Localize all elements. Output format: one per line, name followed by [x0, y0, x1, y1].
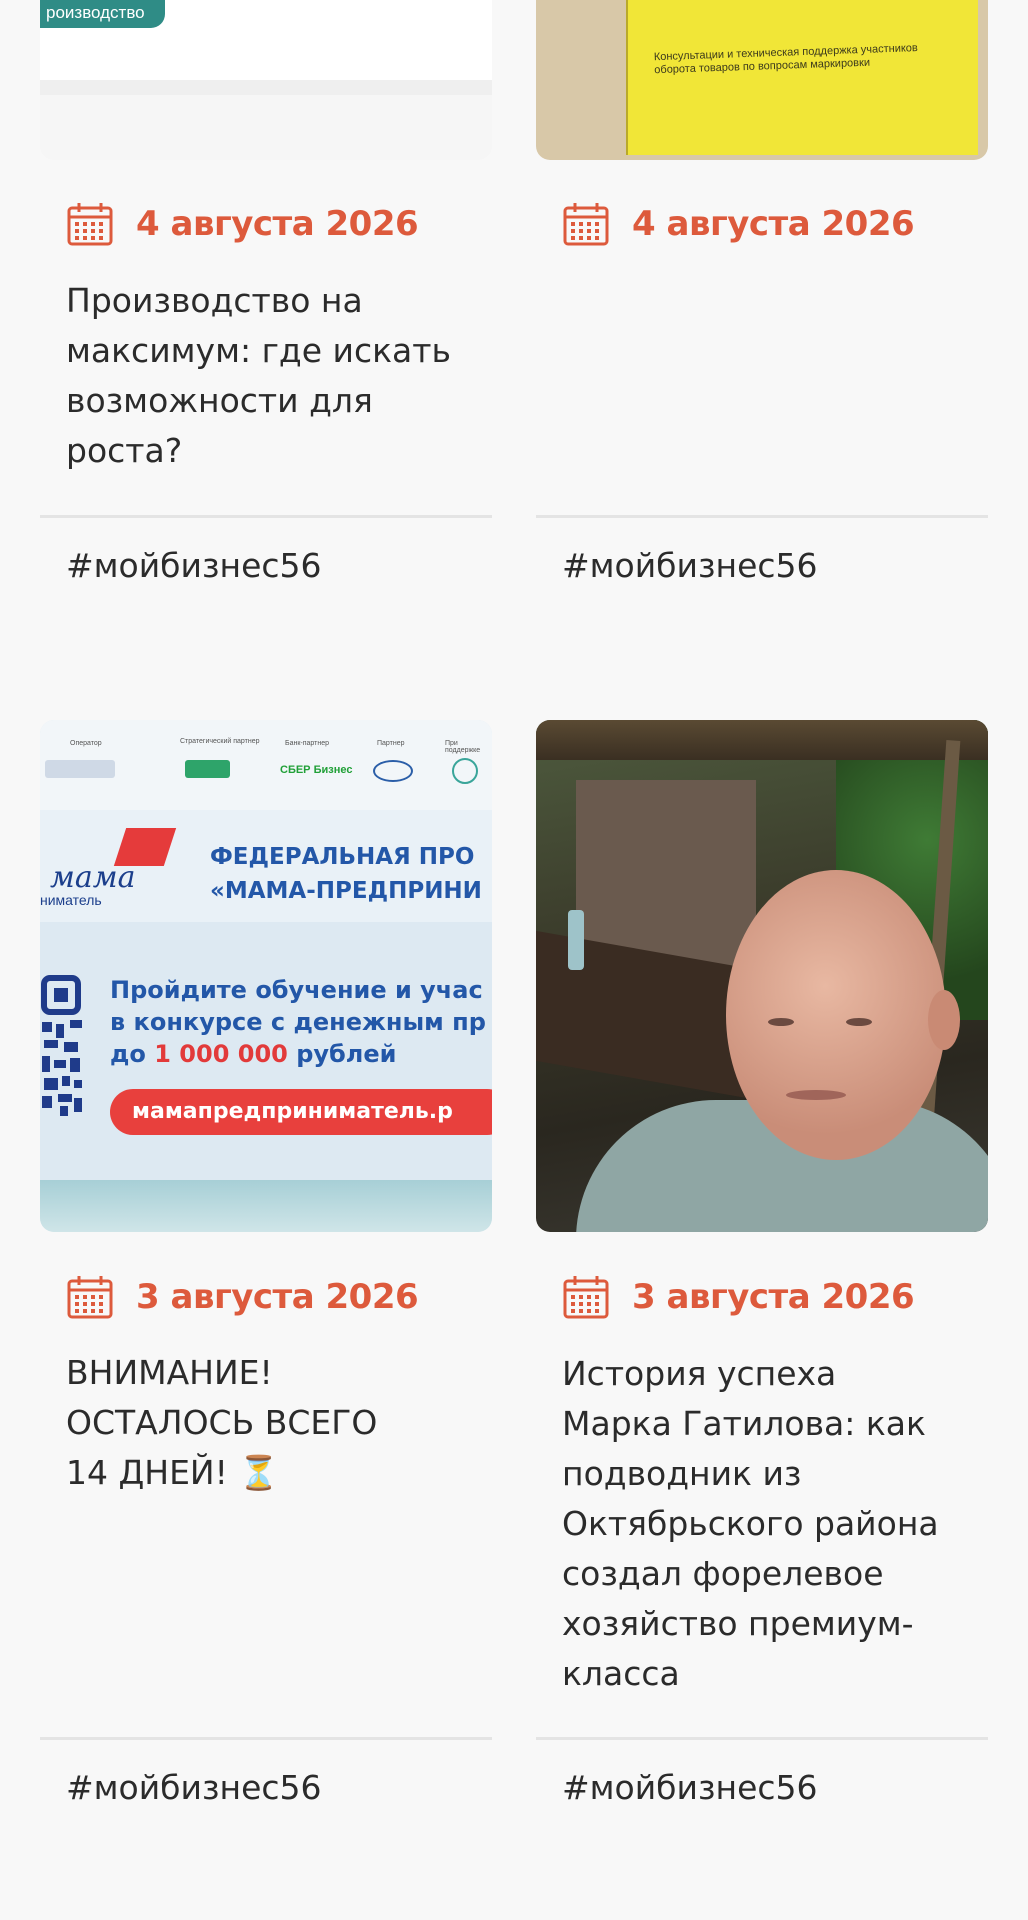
title-line: История успеха — [562, 1354, 837, 1393]
title-line: класса — [562, 1654, 680, 1693]
partner-label: Оператор — [70, 740, 102, 747]
brand-subtitle: ниматель — [40, 892, 102, 908]
news-card-3[interactable]: Оператор Стратегический партнер Банк-пар… — [40, 0, 492, 1920]
banner-line: до 1 000 000 рублей — [110, 1038, 486, 1070]
banner-footer — [40, 1180, 492, 1232]
photo-bottle — [568, 910, 584, 970]
photo-person-eye — [768, 1018, 794, 1026]
calendar-icon — [563, 1276, 609, 1319]
date-row: 3 августа 2026 — [562, 1273, 915, 1321]
title-line: хозяйство премиум- — [562, 1604, 914, 1643]
brand-logo: мама — [50, 860, 136, 895]
title-line: ВНИМАНИЕ! — [66, 1353, 273, 1392]
divider — [40, 1737, 492, 1740]
news-title[interactable]: История успеха Марка Гатилова: как подво… — [562, 1349, 972, 1699]
partner-label: При поддержке — [445, 740, 481, 754]
photo-person-eye — [846, 1018, 872, 1026]
news-card-4[interactable]: 3 августа 2026 История успеха Марка Гати… — [536, 0, 988, 1920]
photo-person-mouth — [786, 1090, 846, 1100]
title-line: Марка Гатилова: как — [562, 1404, 926, 1443]
logo-placeholder — [452, 758, 478, 784]
banner-heading: «МАМА-ПРЕДПРИНИ — [210, 878, 482, 904]
banner-line: Пройдите обучение и учас — [110, 976, 483, 1004]
prize-amount: 1 000 000 — [154, 1040, 288, 1068]
calendar-icon — [67, 1276, 113, 1319]
partner-logos: Оператор Стратегический партнер Банк-пар… — [40, 720, 492, 810]
banner-line: в конкурсе с денежным пр — [110, 1008, 486, 1036]
date-row: 3 августа 2026 — [66, 1273, 419, 1321]
news-date: 3 августа 2026 — [136, 1277, 419, 1317]
qr-code-icon — [40, 972, 90, 1122]
news-title[interactable]: ВНИМАНИЕ! ОСТАЛОСЬ ВСЕГО 14 ДНЕЙ! ⏳ — [66, 1348, 476, 1498]
photo-roof — [536, 720, 988, 760]
logo-placeholder — [373, 760, 413, 782]
news-image-4[interactable] — [536, 720, 988, 1232]
partner-label: Банк-партнер — [285, 740, 330, 747]
title-line: создал форелевое — [562, 1554, 884, 1593]
banner-body: Пройдите обучение и учас в конкурсе с де… — [110, 974, 486, 1070]
amount-prefix: до — [110, 1040, 155, 1068]
site-link-button[interactable]: мамапредприниматель.р — [110, 1089, 492, 1135]
partner-label: Партнер — [377, 740, 405, 747]
banner-heading: ФЕДЕРАЛЬНАЯ ПРО — [210, 844, 475, 870]
partner-label: Стратегический партнер — [180, 738, 260, 745]
hashtag-link[interactable]: #мойбизнес56 — [562, 1768, 818, 1807]
logo-placeholder — [45, 760, 115, 778]
logo-placeholder — [185, 760, 230, 778]
hashtag-link[interactable]: #мойбизнес56 — [66, 1768, 322, 1807]
title-line: ОСТАЛОСЬ ВСЕГО — [66, 1403, 378, 1442]
divider — [536, 1737, 988, 1740]
news-date: 3 августа 2026 — [632, 1277, 915, 1317]
sber-logo: СБЕР Бизнес — [280, 764, 353, 776]
amount-suffix: рублей — [287, 1040, 397, 1068]
title-line: 14 ДНЕЙ! ⏳ — [66, 1453, 280, 1492]
title-line: Октябрьского района — [562, 1504, 939, 1543]
news-image-3[interactable]: Оператор Стратегический партнер Банк-пар… — [40, 720, 492, 1232]
title-line: подводник из — [562, 1454, 802, 1493]
photo-person-ear — [928, 990, 960, 1050]
photo-person-head — [726, 870, 946, 1160]
